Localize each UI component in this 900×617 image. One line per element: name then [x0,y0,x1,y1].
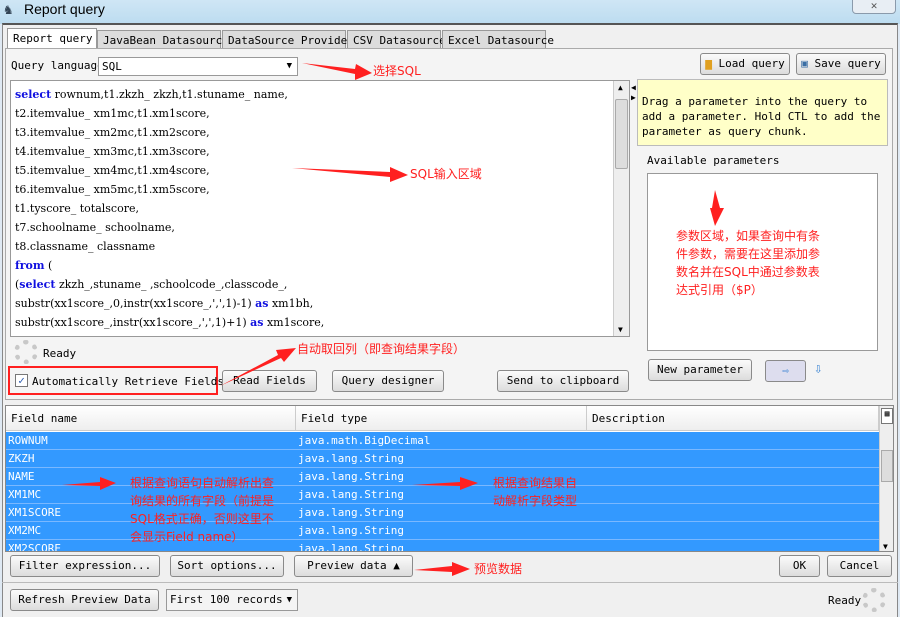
annotation-preview: 预览数据 [474,562,523,576]
arrow-field-types [412,477,478,490]
annotation-select-sql: 选择SQL [373,64,421,78]
arrow-sql-area [292,167,408,182]
arrow-preview [414,562,470,576]
arrow-select-sql [302,63,372,80]
annotation-sql-area: SQL输入区域 [410,167,482,181]
annotation-field-types: 根据查询结果自动解析字段类型 [493,476,578,508]
annotation-params-area: 参数区域，如果查询中有条件参数，需要在这里添加参数名并在SQL中通过参数表达式引… [676,229,821,297]
annotation-field-names: 根据查询语句自动解析出查询结果的所有字段（前提是SQL格式正确，否则这里不会显示… [130,476,275,544]
arrow-field-names [62,477,116,490]
arrow-auto-fields [220,348,296,386]
annotation-auto-fields: 自动取回列（即查询结果字段） [297,342,466,356]
arrow-params-area [710,190,724,226]
